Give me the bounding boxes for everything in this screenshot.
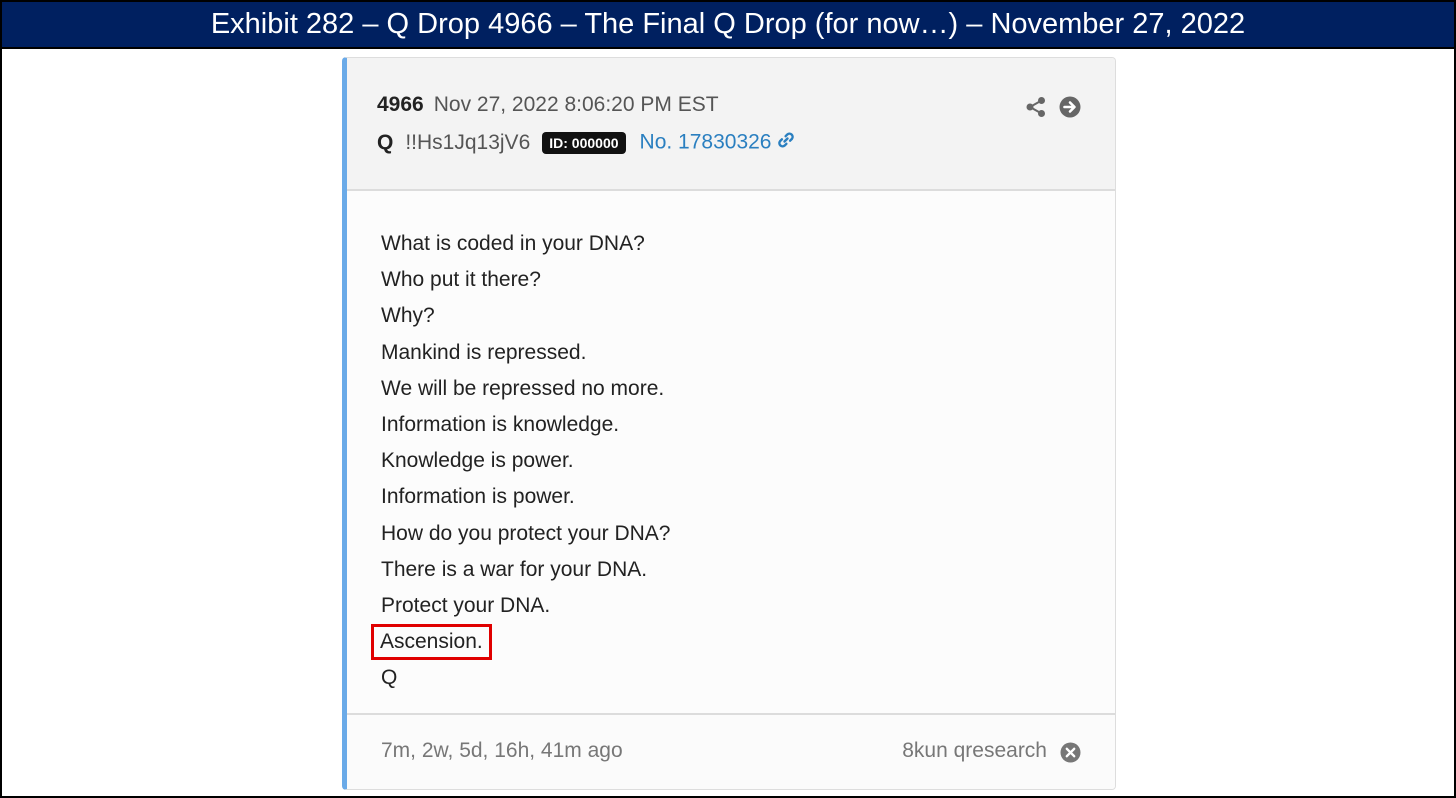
post-line-signature: Q	[381, 666, 398, 690]
post-link-label: No. 17830326	[639, 130, 772, 154]
exhibit-frame: Exhibit 282 – Q Drop 4966 – The Final Q …	[0, 0, 1456, 798]
elapsed-time: 7m, 2w, 5d, 16h, 41m ago	[381, 739, 623, 762]
post-line: Information is power.	[381, 485, 575, 509]
post-timestamp: Nov 27, 2022 8:06:20 PM EST	[433, 93, 719, 116]
post-line: What is coded in your DNA?	[381, 232, 645, 255]
id-badge: ID: 000000	[542, 132, 626, 154]
post-header: 4966 Nov 27, 2022 8:06:20 PM EST Q !!Hs1J…	[347, 58, 1115, 191]
post-line: Knowledge is power.	[381, 449, 574, 473]
post-line: Why?	[381, 304, 435, 328]
post-header-actions	[1025, 96, 1081, 118]
post-author: Q	[377, 131, 394, 154]
post-footer: 7m, 2w, 5d, 16h, 41m ago 8kun qresearch	[347, 713, 1115, 789]
post-card: 4966 Nov 27, 2022 8:06:20 PM EST Q !!Hs1J…	[342, 57, 1116, 790]
post-line: Who put it there?	[381, 268, 541, 292]
post-tripcode: !!Hs1Jq13jV6	[405, 131, 531, 154]
post-line: We will be repressed no more.	[381, 376, 665, 400]
post-line-highlighted: Ascension.	[371, 624, 670, 661]
post-line: Protect your DNA.	[381, 593, 551, 617]
post-link[interactable]: No. 17830326	[640, 130, 797, 156]
post-line: There is a war for your DNA.	[381, 557, 648, 581]
link-icon	[776, 130, 796, 156]
post-line: How do you protect your DNA?	[381, 521, 671, 545]
exhibit-title: Exhibit 282 – Q Drop 4966 – The Final Q …	[2, 2, 1454, 49]
post-line: Mankind is repressed.	[381, 340, 587, 364]
close-icon[interactable]	[1060, 742, 1081, 763]
post-meta-row: 4966 Nov 27, 2022 8:06:20 PM EST	[377, 93, 719, 117]
post-source: 8kun qresearch	[902, 739, 1047, 762]
post-line: Information is knowledge.	[381, 412, 620, 436]
share-icon[interactable]	[1025, 96, 1047, 118]
highlight-box: Ascension.	[371, 624, 492, 661]
arrow-circle-right-icon[interactable]	[1059, 96, 1081, 118]
post-number: 4966	[377, 93, 424, 116]
post-author-row: Q !!Hs1Jq13jV6 ID: 000000 No. 17830326	[377, 130, 796, 156]
post-body: What is coded in your DNA? Who put it th…	[371, 226, 671, 696]
